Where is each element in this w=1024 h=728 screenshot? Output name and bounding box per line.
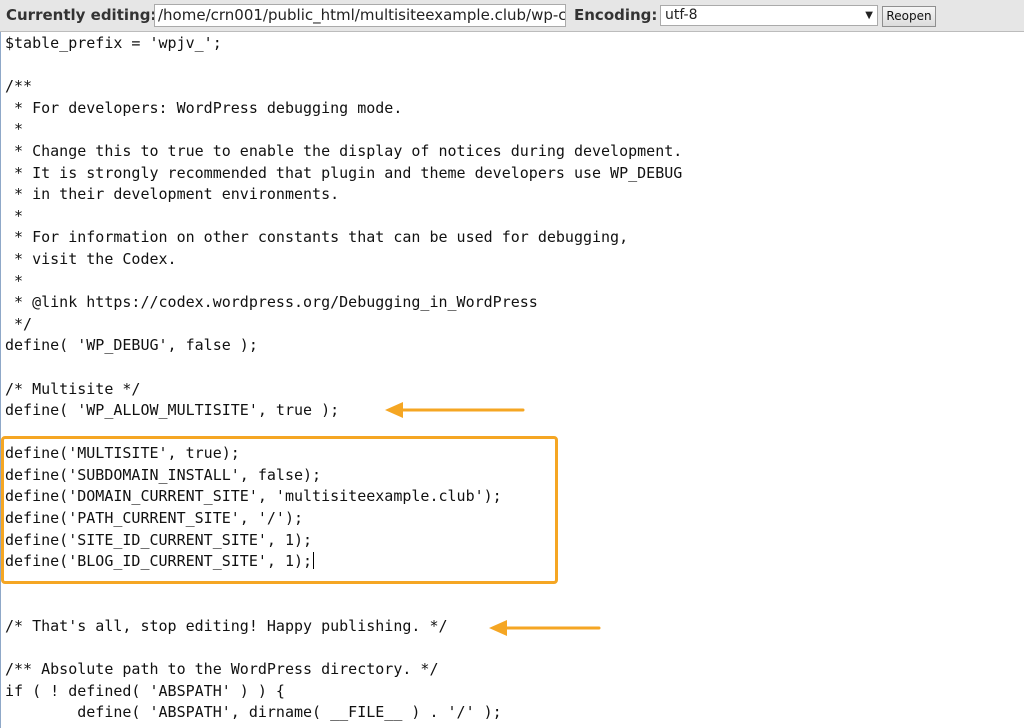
code-line: define('MULTISITE', true); [5, 444, 240, 463]
code-content[interactable]: $table_prefix = 'wpjv_'; /** * For develo… [5, 33, 682, 724]
file-path-field[interactable]: /home/crn001/public_html/multisiteexampl… [154, 4, 566, 27]
code-line: if ( ! defined( 'ABSPATH' ) ) { [5, 681, 285, 700]
code-line: define('SUBDOMAIN_INSTALL', false); [5, 465, 322, 484]
editor-toolbar: Currently editing: /home/crn001/public_h… [0, 0, 1024, 32]
text-cursor [313, 552, 315, 570]
code-line: * [5, 206, 24, 225]
code-line: define('BLOG_ID_CURRENT_SITE', 1); [5, 552, 315, 571]
code-line: * It is strongly recommended that plugin… [5, 163, 683, 182]
code-line: define('SITE_ID_CURRENT_SITE', 1); [5, 530, 313, 549]
chevron-down-icon: ▼ [865, 10, 873, 21]
code-line: $table_prefix = 'wpjv_'; [5, 34, 222, 52]
currently-editing-label: Currently editing: [6, 6, 157, 24]
code-line: define( 'WP_DEBUG', false ); [5, 336, 258, 355]
code-line: * [5, 271, 24, 290]
code-line: /* That's all, stop editing! Happy publi… [5, 617, 448, 636]
encoding-label: Encoding: [574, 6, 658, 24]
code-line: define('PATH_CURRENT_SITE', '/'); [5, 509, 304, 528]
code-line: * For information on other constants tha… [5, 228, 629, 247]
code-line: /** Absolute path to the WordPress direc… [5, 660, 439, 679]
code-line: */ [5, 314, 33, 333]
code-line: * Change this to true to enable the disp… [5, 141, 683, 160]
reopen-button[interactable]: Reopen [882, 6, 936, 27]
code-editor[interactable]: $table_prefix = 'wpjv_'; /** * For develo… [0, 32, 1024, 728]
encoding-select[interactable]: utf-8 ▼ [660, 5, 878, 26]
code-line: /* Multisite */ [5, 379, 141, 398]
code-line: * For developers: WordPress debugging mo… [5, 98, 403, 117]
code-line: /** [5, 77, 33, 96]
code-line: * visit the Codex. [5, 249, 177, 268]
code-line: * @link https://codex.wordpress.org/Debu… [5, 293, 538, 312]
code-line: * in their development environments. [5, 185, 340, 204]
code-line: * [5, 120, 24, 139]
encoding-value: utf-8 [665, 7, 698, 23]
code-line: define( 'WP_ALLOW_MULTISITE', true ); [5, 401, 340, 420]
code-line: define('DOMAIN_CURRENT_SITE', 'multisite… [5, 487, 502, 506]
code-line: define( 'ABSPATH', dirname( __FILE__ ) .… [5, 703, 502, 722]
